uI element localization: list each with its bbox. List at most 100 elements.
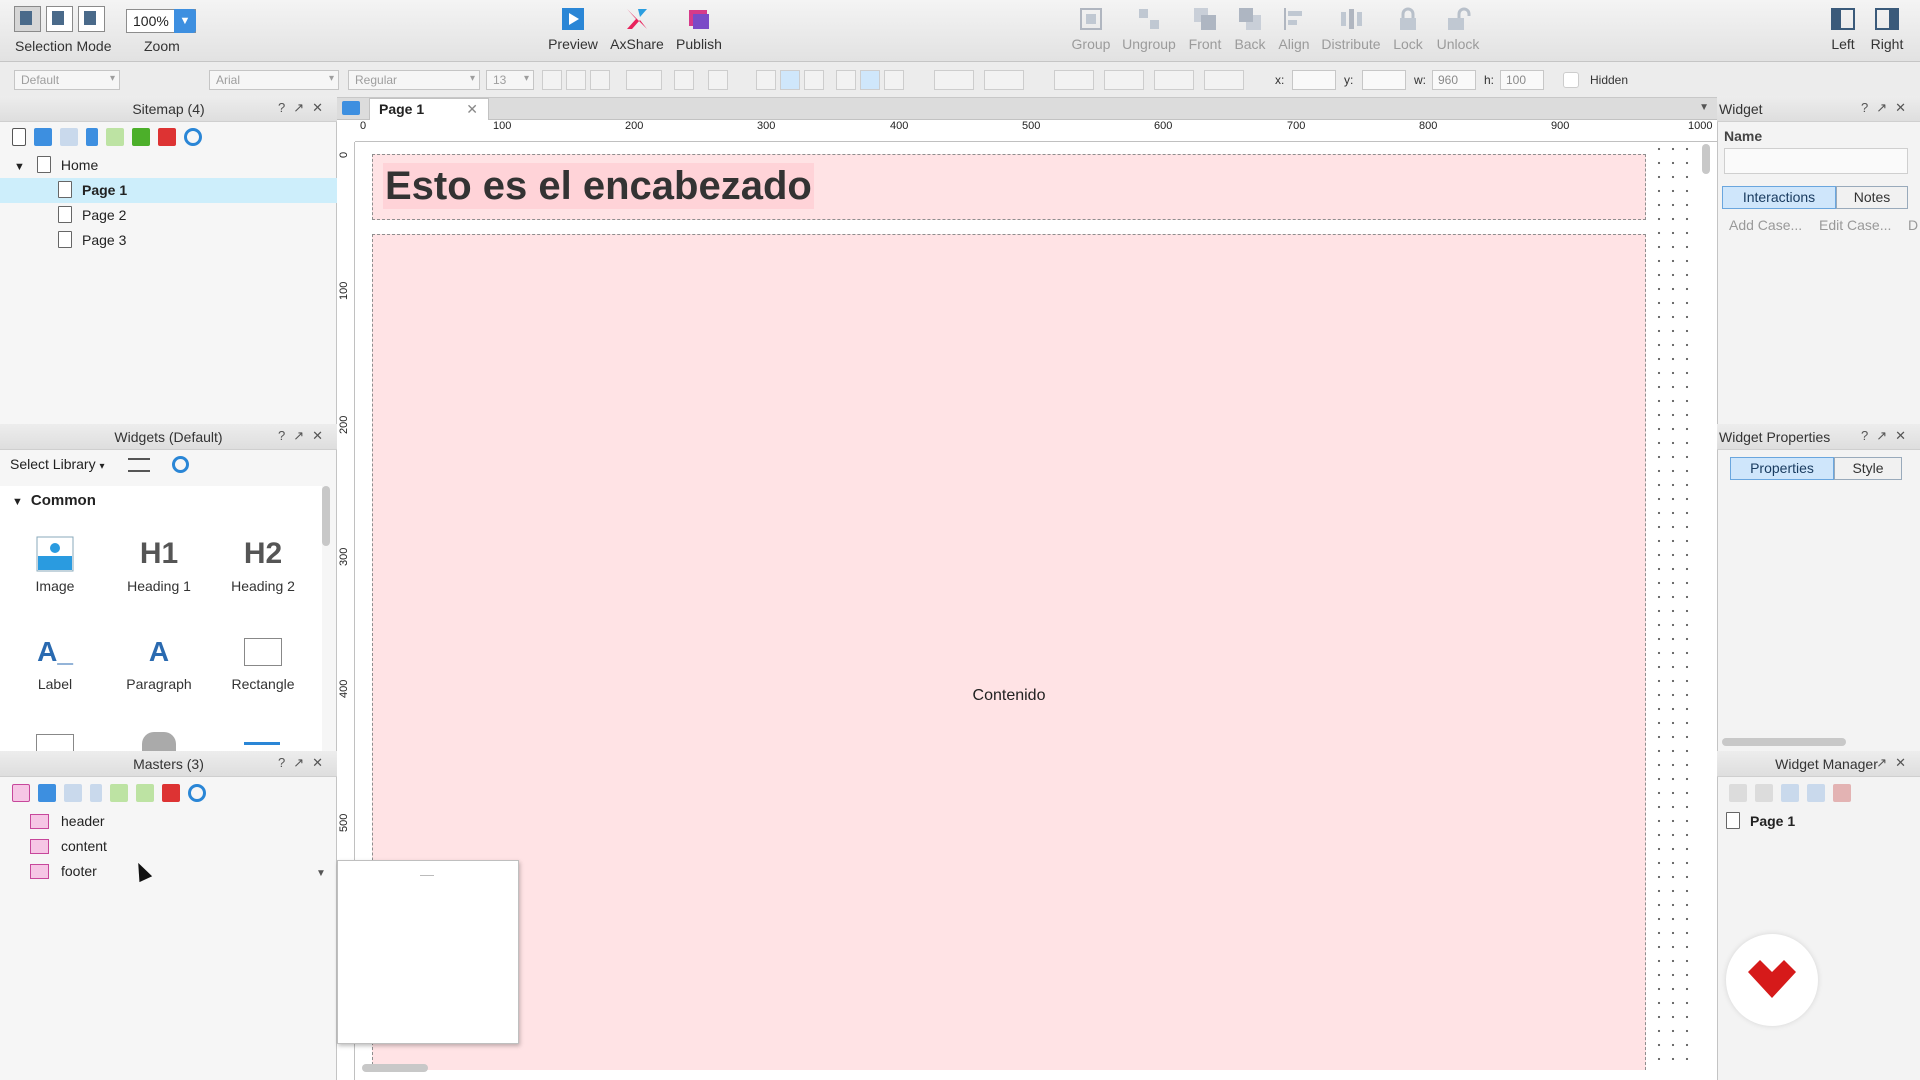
font-select[interactable]: Arial: [209, 70, 339, 90]
align-right-button[interactable]: [804, 70, 824, 90]
ungroup-button[interactable]: Ungroup: [1120, 6, 1178, 52]
move-down-icon[interactable]: [90, 784, 102, 802]
style-select[interactable]: Default: [14, 70, 120, 90]
sitemap-item-page-1[interactable]: Page 1: [0, 178, 337, 203]
move-down-icon[interactable]: [1807, 784, 1825, 802]
fill-color-button[interactable]: [934, 70, 974, 90]
sitemap-item-home[interactable]: ▼ Home: [0, 153, 337, 178]
tab-notes[interactable]: Notes: [1836, 186, 1908, 209]
align-button[interactable]: Align: [1276, 6, 1312, 52]
vertical-scrollbar[interactable]: [1702, 144, 1710, 174]
font-size-select[interactable]: 13: [486, 70, 534, 90]
widget-paragraph[interactable]: A Paragraph: [114, 628, 204, 692]
master-item-content[interactable]: content: [30, 834, 107, 859]
connector-mode-icon[interactable]: [78, 6, 105, 32]
zoom-select[interactable]: 100% ▼: [126, 9, 196, 33]
duplicate-icon[interactable]: [1755, 784, 1773, 802]
add-folder-icon[interactable]: [38, 784, 56, 802]
format-painter-icon[interactable]: [128, 70, 148, 90]
widget-name-input[interactable]: [1724, 148, 1908, 174]
header-master[interactable]: Esto es el encabezado: [372, 154, 1646, 220]
line-widget-icon[interactable]: [244, 742, 280, 745]
axshare-button[interactable]: AxShare: [608, 6, 666, 52]
bullet-list-button[interactable]: [674, 70, 694, 90]
tab-interactions[interactable]: Interactions: [1722, 186, 1836, 209]
paint-icon[interactable]: [158, 70, 178, 90]
select-library-dropdown[interactable]: Select Library ▾: [10, 456, 105, 472]
common-section[interactable]: ▼ Common: [12, 492, 96, 509]
unlock-button[interactable]: Unlock: [1432, 6, 1484, 52]
move-up-icon[interactable]: [64, 784, 82, 802]
h-field[interactable]: 100: [1500, 70, 1544, 90]
sitemap-item-page-3[interactable]: Page 3: [0, 228, 337, 253]
w-field[interactable]: 960: [1432, 70, 1476, 90]
expand-arrow-icon[interactable]: ▼: [12, 496, 23, 508]
distribute-button[interactable]: Distribute: [1318, 6, 1384, 52]
back-button[interactable]: Back: [1232, 6, 1268, 52]
indent-button[interactable]: [708, 70, 728, 90]
panel-controls[interactable]: ?↗✕: [1861, 100, 1914, 116]
master-item-header[interactable]: header: [30, 809, 107, 834]
panel-controls[interactable]: ↗✕: [1876, 755, 1914, 771]
align-center-button[interactable]: [780, 70, 800, 90]
outdent-icon[interactable]: [136, 784, 154, 802]
widget-image[interactable]: Image: [10, 530, 100, 594]
widget-rectangle[interactable]: Rectangle: [218, 628, 308, 692]
panel-controls[interactable]: ?↗✕: [278, 428, 331, 444]
library-menu-icon[interactable]: [128, 458, 150, 472]
search-icon[interactable]: [188, 784, 206, 802]
add-master-icon[interactable]: [12, 784, 30, 802]
expand-arrow-icon[interactable]: ▼: [14, 161, 25, 173]
left-panel-toggle[interactable]: Left: [1826, 6, 1860, 52]
widget-scrollbar[interactable]: [322, 486, 330, 546]
delete-icon[interactable]: [1833, 784, 1851, 802]
content-master[interactable]: Contenido: [372, 234, 1646, 1070]
widget-label[interactable]: A_ Label: [10, 628, 100, 692]
italic-button[interactable]: [566, 70, 586, 90]
valign-bottom-button[interactable]: [884, 70, 904, 90]
chevron-down-icon[interactable]: ▼: [316, 868, 326, 879]
header-heading[interactable]: Esto es el encabezado: [383, 163, 814, 209]
panel-controls[interactable]: ?↗✕: [278, 100, 331, 116]
arrow-style-button[interactable]: [1204, 70, 1244, 90]
line-width-button[interactable]: [1104, 70, 1144, 90]
panel-controls[interactable]: ?↗✕: [278, 755, 331, 771]
delete-icon[interactable]: [162, 784, 180, 802]
shadow-button[interactable]: [984, 70, 1024, 90]
widget-manager-page[interactable]: Page 1: [1726, 812, 1795, 829]
add-page-icon[interactable]: [12, 128, 26, 146]
panel-controls[interactable]: ?↗✕: [1861, 428, 1914, 444]
hidden-checkbox[interactable]: [1563, 72, 1579, 88]
add-folder-icon[interactable]: [34, 128, 52, 146]
delete-icon[interactable]: [158, 128, 176, 146]
line-style-button[interactable]: [1154, 70, 1194, 90]
valign-middle-button[interactable]: [860, 70, 880, 90]
edit-case-link[interactable]: Edit Case...: [1819, 217, 1891, 233]
preview-button[interactable]: Preview: [548, 6, 598, 52]
right-panel-toggle[interactable]: Right: [1868, 6, 1906, 52]
underline-button[interactable]: [590, 70, 610, 90]
move-down-icon[interactable]: [86, 128, 98, 146]
line-color-button[interactable]: [1054, 70, 1094, 90]
select-intersected-icon[interactable]: [14, 6, 41, 32]
master-item-footer[interactable]: footer: [30, 859, 107, 884]
align-left-button[interactable]: [756, 70, 776, 90]
tab-style[interactable]: Style: [1834, 457, 1902, 480]
move-up-icon[interactable]: [60, 128, 78, 146]
tab-properties[interactable]: Properties: [1730, 457, 1834, 480]
tab-page-1[interactable]: Page 1 ✕: [369, 98, 489, 120]
x-field[interactable]: [1292, 70, 1336, 90]
filter-icon[interactable]: [1729, 784, 1747, 802]
properties-scrollbar[interactable]: [1722, 738, 1846, 746]
indent-icon[interactable]: [106, 128, 124, 146]
move-up-icon[interactable]: [1781, 784, 1799, 802]
search-icon[interactable]: [184, 128, 202, 146]
lock-button[interactable]: Lock: [1390, 6, 1426, 52]
publish-button[interactable]: Publish: [673, 6, 725, 52]
widget-heading-1[interactable]: H1 Heading 1: [114, 530, 204, 594]
group-button[interactable]: Group: [1070, 6, 1112, 52]
widget-search-icon[interactable]: [172, 456, 189, 473]
delete-case-link[interactable]: D: [1908, 217, 1918, 233]
bold-button[interactable]: [542, 70, 562, 90]
close-icon[interactable]: ✕: [466, 101, 478, 118]
